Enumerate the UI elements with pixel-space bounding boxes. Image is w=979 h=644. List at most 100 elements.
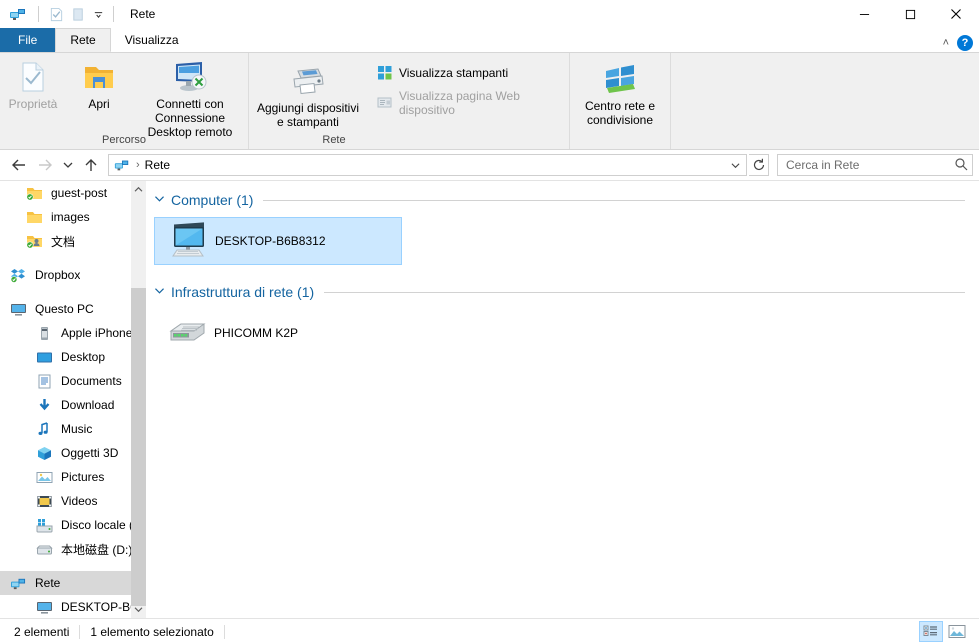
sidebar-scrollbar[interactable] <box>131 181 146 618</box>
group-name-sharing <box>570 146 670 149</box>
search-icon[interactable] <box>954 157 968 174</box>
tab-visualizza[interactable]: Visualizza <box>111 28 193 52</box>
sidebar-item-label: Oggetti 3D <box>61 446 119 460</box>
tab-file[interactable]: File <box>0 28 56 52</box>
sidebar-item-desktop-b6b83[interactable]: DESKTOP-B6B83 <box>0 595 146 618</box>
local-disk-icon <box>36 541 56 557</box>
selection-status: 1 elemento selezionato <box>90 624 214 639</box>
sidebar-item-label: Pictures <box>61 470 105 484</box>
sidebar-item-videos[interactable]: Videos <box>0 489 146 513</box>
file-list-pane[interactable]: Computer (1) DESKTOP-B6B8312 Infrastrutt… <box>146 181 979 618</box>
sidebar-item-label: Documents <box>61 374 122 388</box>
scroll-down-arrow[interactable] <box>131 601 146 618</box>
sidebar-gap-3 <box>0 561 146 571</box>
view-printers-icon <box>377 65 393 81</box>
chevron-down-icon[interactable] <box>726 161 744 170</box>
view-device-webpage-label: Visualizza pagina Web dispositivo <box>398 89 520 117</box>
computer-icon <box>161 222 215 260</box>
iphone-icon <box>36 325 56 341</box>
list-item[interactable]: PHICOMM K2P <box>154 309 402 357</box>
dropbox-icon <box>10 267 30 283</box>
view-device-webpage-button[interactable]: Visualizza pagina Web dispositivo <box>373 88 565 118</box>
chevron-down-icon[interactable] <box>154 286 165 298</box>
group-header-computer[interactable]: Computer (1) <box>146 187 979 213</box>
scroll-up-arrow[interactable] <box>131 181 146 198</box>
qat-divider <box>38 6 39 22</box>
3d-objects-icon <box>36 445 56 461</box>
window-controls <box>841 0 979 28</box>
sidebar-item-dropbox[interactable]: Dropbox <box>0 263 146 287</box>
device-webpage-icon <box>377 95 393 111</box>
sidebar-item-label: Desktop <box>61 350 106 364</box>
sidebar-item-music[interactable]: Music <box>0 417 146 441</box>
sidebar-item-download[interactable]: Download <box>0 393 146 417</box>
music-icon <box>36 421 56 437</box>
minimize-button[interactable] <box>841 0 887 28</box>
network-icon <box>10 575 30 591</box>
sidebar-item-local-disk-c[interactable]: Disco locale (C:) <box>0 513 146 537</box>
quick-access-toolbar: Rete <box>0 0 155 28</box>
group-name-rete: Rete <box>322 134 346 146</box>
forward-arrow-icon[interactable] <box>32 153 58 177</box>
properties-button[interactable]: Proprietà <box>0 56 66 111</box>
open-button[interactable]: Apri <box>66 56 132 111</box>
customize-chevron-icon[interactable] <box>89 3 107 25</box>
network-sharing-center-button[interactable]: Centro rete e condivisione <box>570 56 670 127</box>
up-arrow-icon[interactable] <box>78 153 104 177</box>
navigation-pane: guest-post images 文档 Dropbox Questo PC A… <box>0 181 146 618</box>
sidebar-item-label: Dropbox <box>35 268 81 282</box>
new-folder-icon[interactable] <box>67 3 89 25</box>
sidebar-item-label: Rete <box>35 576 61 590</box>
remote-desktop-button[interactable]: Connetti con Connessione Desktop remoto <box>132 56 248 139</box>
view-printers-button[interactable]: Visualizza stampanti <box>373 64 565 82</box>
sidebar-item-desktop[interactable]: Desktop <box>0 345 146 369</box>
sidebar-item-images[interactable]: images <box>0 205 146 229</box>
breadcrumb-current[interactable]: Rete <box>145 158 170 172</box>
qat-divider-2 <box>113 6 114 22</box>
folder-synced-icon <box>26 185 46 201</box>
search-input[interactable]: Cerca in Rete <box>777 154 973 176</box>
sidebar-item-guest-post[interactable]: guest-post <box>0 181 146 205</box>
details-view-button[interactable] <box>919 621 943 642</box>
sidebar-item-label: guest-post <box>51 186 108 200</box>
sidebar-item-rete[interactable]: Rete <box>0 571 146 595</box>
help-button[interactable]: ? <box>957 35 973 51</box>
group-header-network-infrastructure[interactable]: Infrastruttura di rete (1) <box>146 279 979 305</box>
chevron-down-icon[interactable] <box>154 194 165 206</box>
add-devices-printers-button[interactable]: Aggiungi dispositivi e stampanti <box>249 56 367 129</box>
network-sharing-center-label: Centro rete e condivisione <box>584 99 656 127</box>
properties-check-icon[interactable] <box>45 3 67 25</box>
sidebar-scrollbar-thumb[interactable] <box>131 288 146 606</box>
ribbon-tabs: File Rete Visualizza ˄ ? <box>0 28 979 52</box>
open-label: Apri <box>88 97 110 111</box>
recent-locations-chevron-icon[interactable] <box>58 153 78 177</box>
properties-icon <box>18 60 48 94</box>
network-icon <box>114 157 132 173</box>
large-icons-view-button[interactable] <box>945 621 969 642</box>
list-item[interactable]: DESKTOP-B6B8312 <box>154 217 402 265</box>
network-sharing-center-icon <box>602 62 638 96</box>
back-arrow-icon[interactable] <box>6 153 32 177</box>
collapse-ribbon-icon[interactable]: ˄ <box>943 37 949 49</box>
ribbon-filler <box>671 53 979 149</box>
sidebar-item-label: 本地磁盘 (D:) <box>61 542 133 557</box>
sidebar-item-3d-objects[interactable]: Oggetti 3D <box>0 441 146 465</box>
sidebar-item-documents[interactable]: Documents <box>0 369 146 393</box>
sidebar-item-pictures[interactable]: Pictures <box>0 465 146 489</box>
tab-rete[interactable]: Rete <box>55 28 111 52</box>
refresh-icon[interactable] <box>749 154 769 176</box>
list-item-label: PHICOMM K2P <box>214 326 299 340</box>
sidebar-item-apple-iphone[interactable]: Apple iPhone <box>0 321 146 345</box>
sidebar-item-label: Questo PC <box>35 302 94 316</box>
local-disk-icon <box>36 517 56 533</box>
sidebar-item-documents-cn[interactable]: 文档 <box>0 229 146 253</box>
maximize-button[interactable] <box>887 0 933 28</box>
sidebar-item-local-disk-d[interactable]: 本地磁盘 (D:) <box>0 537 146 561</box>
close-button[interactable] <box>933 0 979 28</box>
sidebar-item-this-pc[interactable]: Questo PC <box>0 297 146 321</box>
group-title: Computer (1) <box>171 192 254 208</box>
ribbon-group-sharing: Centro rete e condivisione <box>570 53 671 149</box>
group-title: Infrastruttura di rete (1) <box>171 284 315 300</box>
breadcrumb[interactable]: › Rete <box>108 154 747 176</box>
title-bar: Rete <box>0 0 979 28</box>
